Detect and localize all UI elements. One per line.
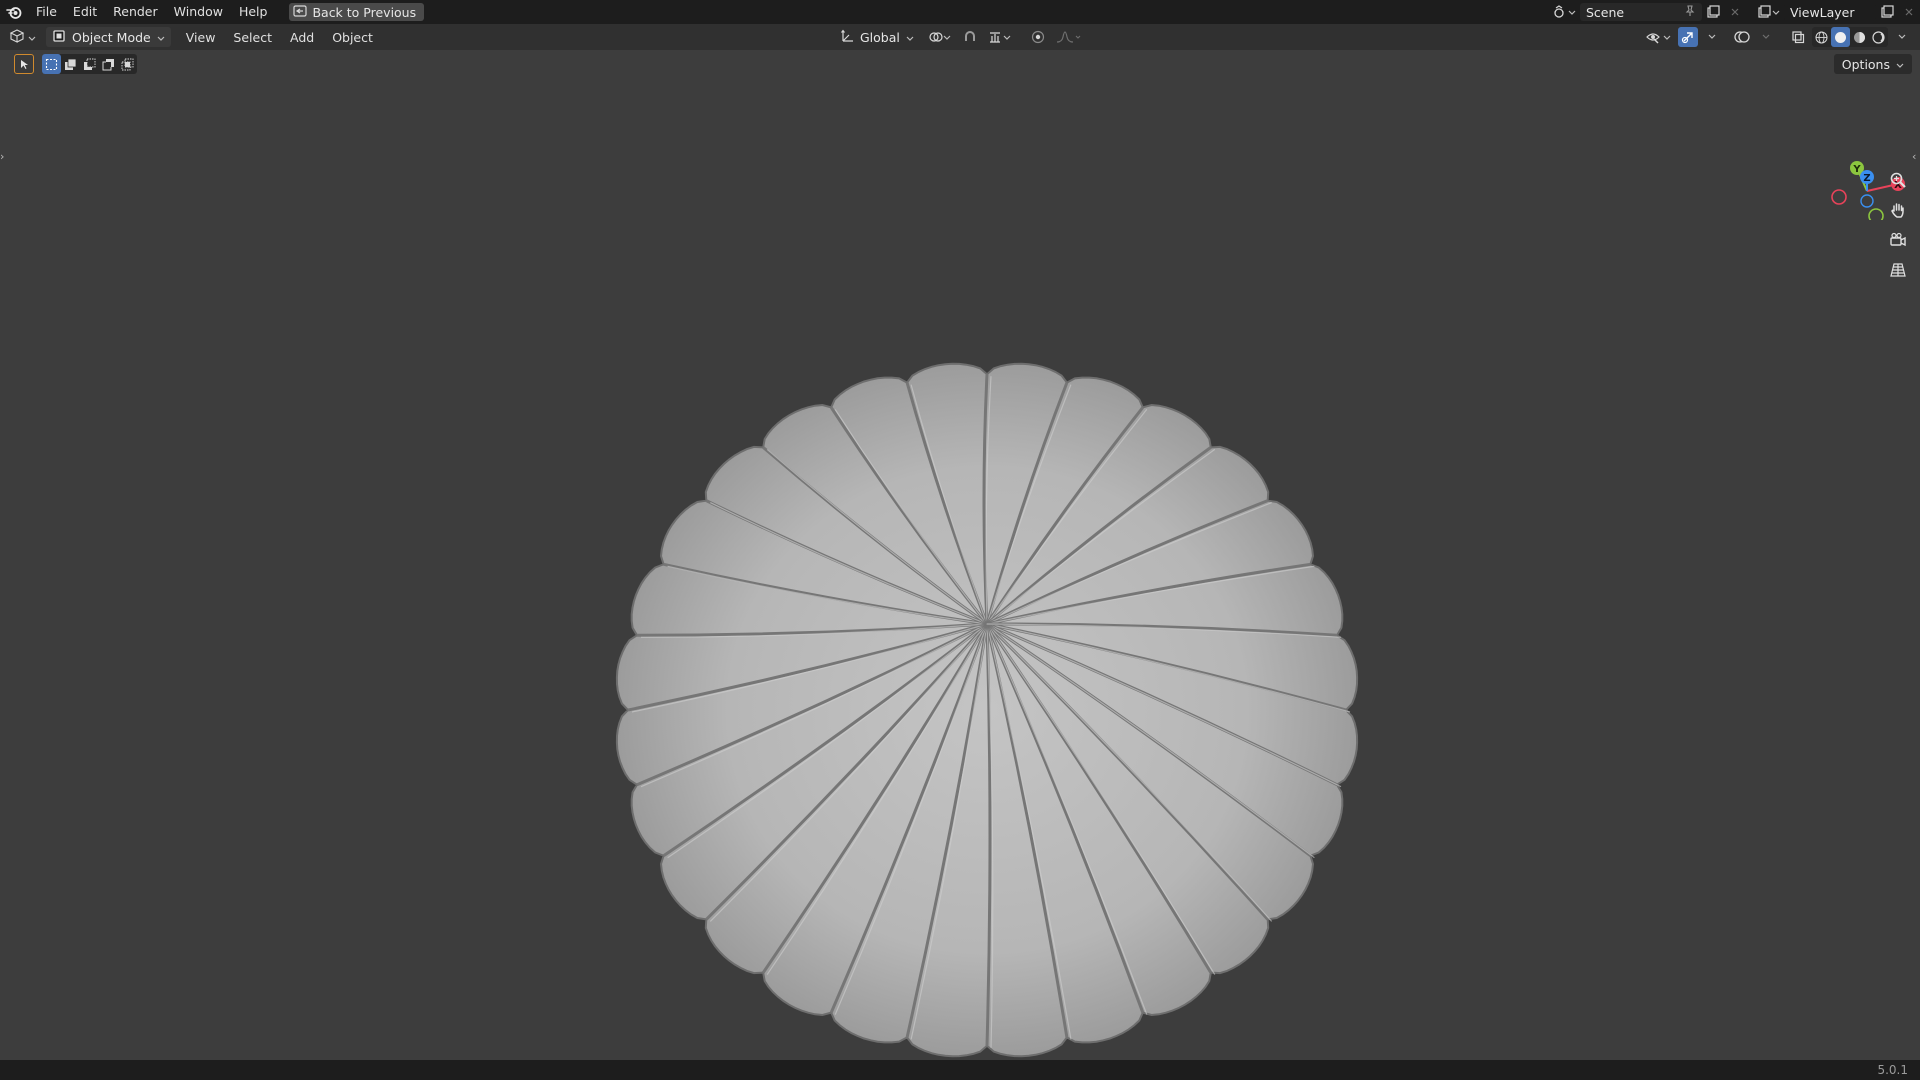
selection-mode-group [42, 54, 137, 74]
menu-render[interactable]: Render [105, 1, 166, 23]
menu-window[interactable]: Window [166, 1, 231, 23]
mode-label: Object Mode [72, 29, 151, 45]
blender-logo-icon[interactable] [0, 0, 28, 24]
perspective-grid-icon[interactable] [1884, 256, 1912, 284]
pan-hand-icon[interactable] [1884, 196, 1912, 224]
menu-object[interactable]: Object [323, 30, 382, 45]
material-preview-icon[interactable] [1850, 27, 1869, 47]
scene-name: Scene [1586, 4, 1625, 20]
selection-mode-new-icon[interactable] [42, 54, 61, 74]
close-icon[interactable] [1724, 3, 1746, 21]
editor-type-icon [8, 28, 26, 46]
gizmo-neg-z [1860, 194, 1874, 208]
status-bar: 5.0.1 [0, 1060, 1920, 1080]
tool-settings-row: Options [0, 50, 1920, 76]
gizmo-neg-x [1831, 189, 1847, 205]
top-bar: File Edit Render Window Help Back to Pre… [0, 0, 1920, 24]
gizmo-neg-y [1868, 208, 1884, 220]
object-mode-icon [52, 29, 66, 46]
orientation-label: Global [860, 29, 900, 45]
scene-icon[interactable] [1550, 3, 1580, 21]
menu-help[interactable]: Help [231, 1, 276, 23]
options-dropdown[interactable]: Options [1833, 54, 1912, 74]
menu-view[interactable]: View [177, 30, 225, 45]
zoom-icon[interactable] [1884, 166, 1912, 194]
wireframe-shading-icon[interactable] [1812, 27, 1831, 47]
mode-selector[interactable]: Object Mode [46, 27, 171, 47]
solid-shading-icon[interactable] [1831, 27, 1850, 47]
toolbar-expand-icon[interactable]: › [0, 150, 8, 166]
options-label: Options [1841, 56, 1890, 72]
gizmo-toggle-icon[interactable] [1678, 27, 1698, 47]
gizmo-z-label: Z [1863, 173, 1870, 184]
xray-toggle-icon[interactable] [1788, 27, 1808, 47]
selection-mode-intersect-icon[interactable] [118, 54, 137, 74]
pivot-point-icon[interactable] [926, 27, 954, 47]
view-layer-selector[interactable]: ViewLayer [1784, 3, 1876, 21]
view-layer-name: ViewLayer [1790, 4, 1855, 20]
selection-mode-subtract-icon[interactable] [80, 54, 99, 74]
menu-edit[interactable]: Edit [65, 1, 105, 23]
transform-orientation-selector[interactable]: Global [834, 27, 920, 47]
pin-icon[interactable] [1684, 4, 1696, 20]
rendered-shading-icon[interactable] [1869, 27, 1888, 47]
snap-toggle-icon[interactable] [960, 27, 980, 47]
select-tool-icon[interactable] [14, 54, 34, 74]
scene-selector[interactable]: Scene [1580, 3, 1702, 21]
falloff-icon[interactable] [1054, 27, 1084, 47]
chevron-down-icon [28, 30, 36, 45]
snap-target-icon[interactable] [986, 27, 1014, 47]
gizmo-options-icon[interactable] [1702, 27, 1722, 47]
overlays-toggle-icon[interactable] [1732, 27, 1752, 47]
chevron-down-icon [906, 30, 914, 45]
shading-mode-group [1812, 27, 1888, 47]
3d-viewport[interactable]: › ‹ X Y Z [0, 50, 1920, 1060]
fluted-disc-object[interactable] [608, 358, 1366, 1060]
orientation-icon [840, 29, 854, 46]
proportional-editing-icon[interactable] [1028, 27, 1048, 47]
gizmo-y-label: Y [1852, 164, 1861, 175]
menu-add[interactable]: Add [281, 30, 323, 45]
menu-file[interactable]: File [28, 1, 65, 23]
back-to-previous-label: Back to Previous [312, 4, 417, 20]
visibility-selectability-icon[interactable] [1644, 27, 1674, 47]
back-icon [293, 4, 308, 20]
viewport-header: Object Mode View Select Add Object Globa… [0, 24, 1920, 50]
selection-mode-extend-icon[interactable] [61, 54, 80, 74]
selection-mode-invert-icon[interactable] [99, 54, 118, 74]
shading-options-icon[interactable] [1892, 27, 1912, 47]
chevron-down-icon [157, 30, 165, 45]
new-scene-icon[interactable] [1702, 3, 1724, 21]
menu-select[interactable]: Select [224, 30, 281, 45]
new-view-layer-icon[interactable] [1876, 3, 1898, 21]
chevron-down-icon [1896, 57, 1904, 72]
view-layer-icon[interactable] [1754, 3, 1784, 21]
camera-view-icon[interactable] [1884, 226, 1912, 254]
back-to-previous-button[interactable]: Back to Previous [289, 3, 425, 21]
editor-type-selector[interactable] [8, 27, 42, 47]
close-view-layer-icon[interactable] [1898, 3, 1920, 21]
overlays-options-icon[interactable] [1756, 27, 1776, 47]
version-label: 5.0.1 [1877, 1063, 1908, 1077]
